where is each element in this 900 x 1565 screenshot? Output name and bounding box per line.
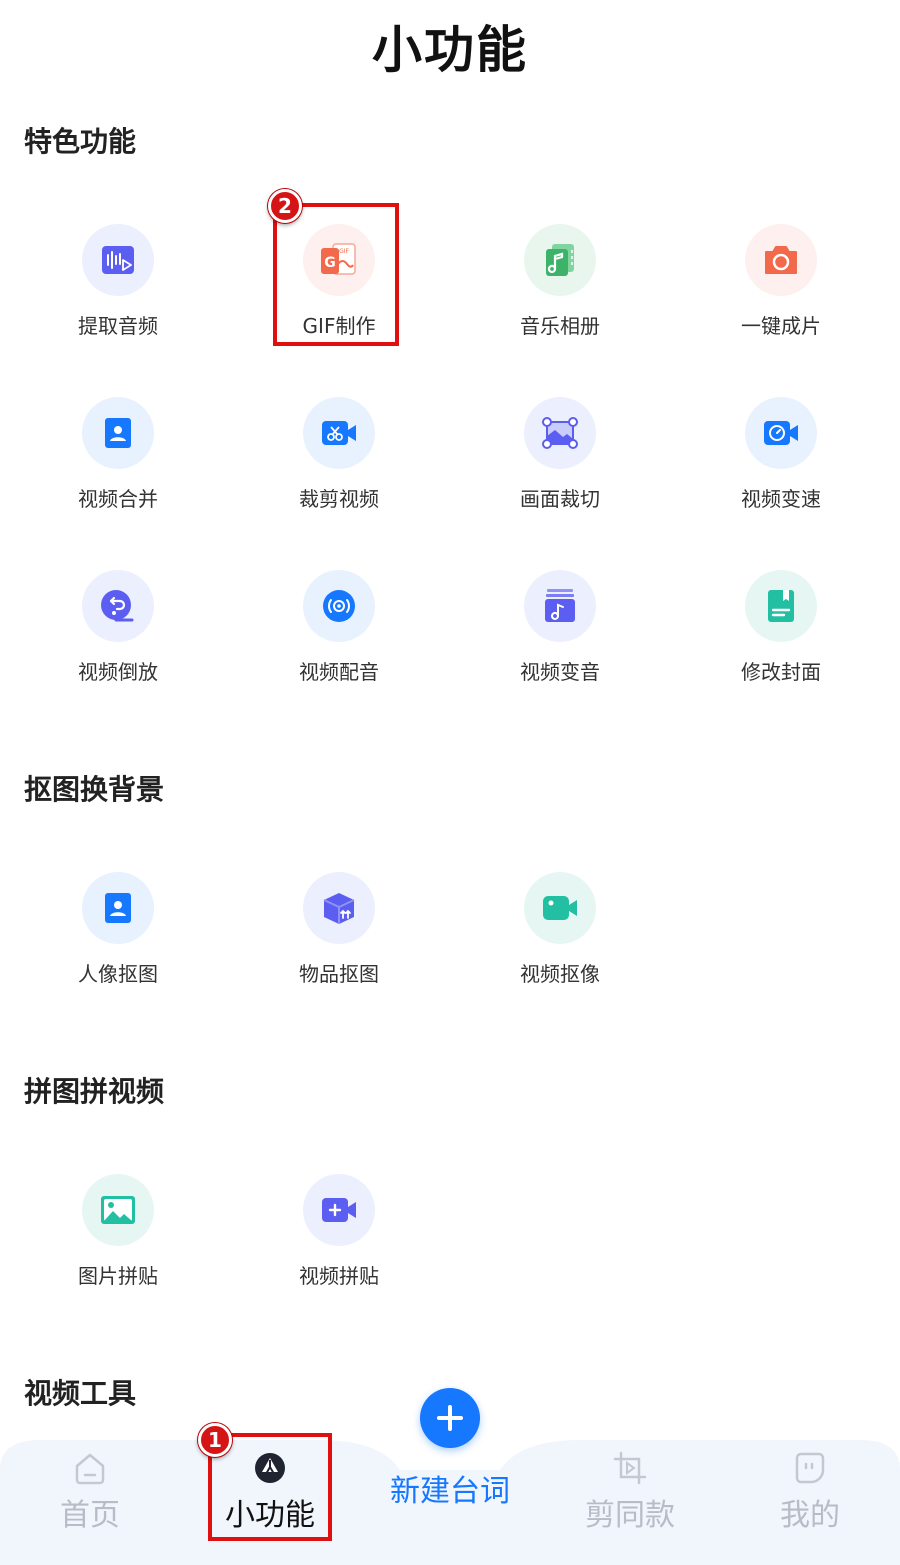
tool-label: 音乐相册 [520,314,600,338]
tool-label: 视频变速 [741,487,821,511]
section-title-featured: 特色功能 [24,125,137,158]
tool-music-album[interactable]: 音乐相册 [480,224,640,354]
tool-video-cutout[interactable]: 视频抠像 [480,872,640,1002]
video-trim-icon [303,397,375,469]
tool-video-dubbing[interactable]: 视频配音 [259,570,419,700]
tool-label: 物品抠图 [299,962,379,986]
section-title-tools: 视频工具 [24,1377,137,1410]
camera-icon [745,224,817,296]
voice-change-icon [524,570,596,642]
annotation-highlight-gif [273,203,399,346]
tab-label-template: 剪同款 [585,1498,675,1533]
tab-template[interactable]: 剪同款 [555,1446,705,1556]
video-collage-icon [303,1174,375,1246]
tool-video-merge[interactable]: 视频合并 [38,397,198,527]
tool-label: 视频抠像 [520,962,600,986]
tab-mine[interactable]: 我的 [735,1446,885,1556]
tool-trim-video[interactable]: 裁剪视频 [259,397,419,527]
video-merge-icon [82,397,154,469]
tool-label: 视频配音 [299,660,379,684]
tab-home[interactable]: 首页 [15,1446,165,1556]
tool-label: 视频变音 [520,660,600,684]
crop-icon [524,397,596,469]
tool-one-click-film[interactable]: 一键成片 [701,224,861,354]
plus-icon [437,1405,463,1431]
portrait-icon [82,872,154,944]
object-icon [303,872,375,944]
tool-label: 视频拼贴 [299,1264,379,1288]
create-label[interactable]: 新建台词 [370,1466,530,1510]
tool-edit-cover[interactable]: 修改封面 [701,570,861,700]
tool-object-cutout[interactable]: 物品抠图 [259,872,419,1002]
cover-icon [745,570,817,642]
profile-icon [795,1452,825,1484]
tool-voice-change[interactable]: 视频变音 [480,570,640,700]
tool-label: 人像抠图 [78,962,158,986]
speed-icon [745,397,817,469]
tool-video-speed[interactable]: 视频变速 [701,397,861,527]
tool-extract-audio[interactable]: 提取音频 [38,224,198,354]
audio-extract-icon [82,224,154,296]
tool-label: 视频倒放 [78,660,158,684]
section-title-cutout: 抠图换背景 [24,773,165,806]
annotation-badge-1: 1 [198,1423,232,1457]
tool-image-collage[interactable]: 图片拼贴 [38,1174,198,1304]
tool-video-reverse[interactable]: 视频倒放 [38,570,198,700]
tool-label: 一键成片 [741,314,821,338]
tool-label: 提取音频 [78,314,158,338]
page-title: 小功能 [372,21,528,79]
tool-label: 图片拼贴 [78,1264,158,1288]
tab-label-mine: 我的 [780,1498,840,1533]
tool-label: 画面裁切 [520,487,600,511]
tool-label: 视频合并 [78,487,158,511]
create-button[interactable] [420,1388,480,1448]
reverse-icon [82,570,154,642]
annotation-badge-2: 2 [268,189,302,223]
music-album-icon [524,224,596,296]
tool-video-collage[interactable]: 视频拼贴 [259,1174,419,1304]
tool-label: 修改封面 [741,660,821,684]
home-icon [75,1453,105,1485]
dubbing-icon [303,570,375,642]
section-title-collage: 拼图拼视频 [24,1075,165,1108]
video-cutout-icon [524,872,596,944]
crop-template-icon [613,1451,647,1485]
tool-crop[interactable]: 画面裁切 [480,397,640,527]
tab-label-home: 首页 [60,1498,120,1533]
tool-portrait-cutout[interactable]: 人像抠图 [38,872,198,1002]
image-collage-icon [82,1174,154,1246]
tool-label: 裁剪视频 [299,487,379,511]
